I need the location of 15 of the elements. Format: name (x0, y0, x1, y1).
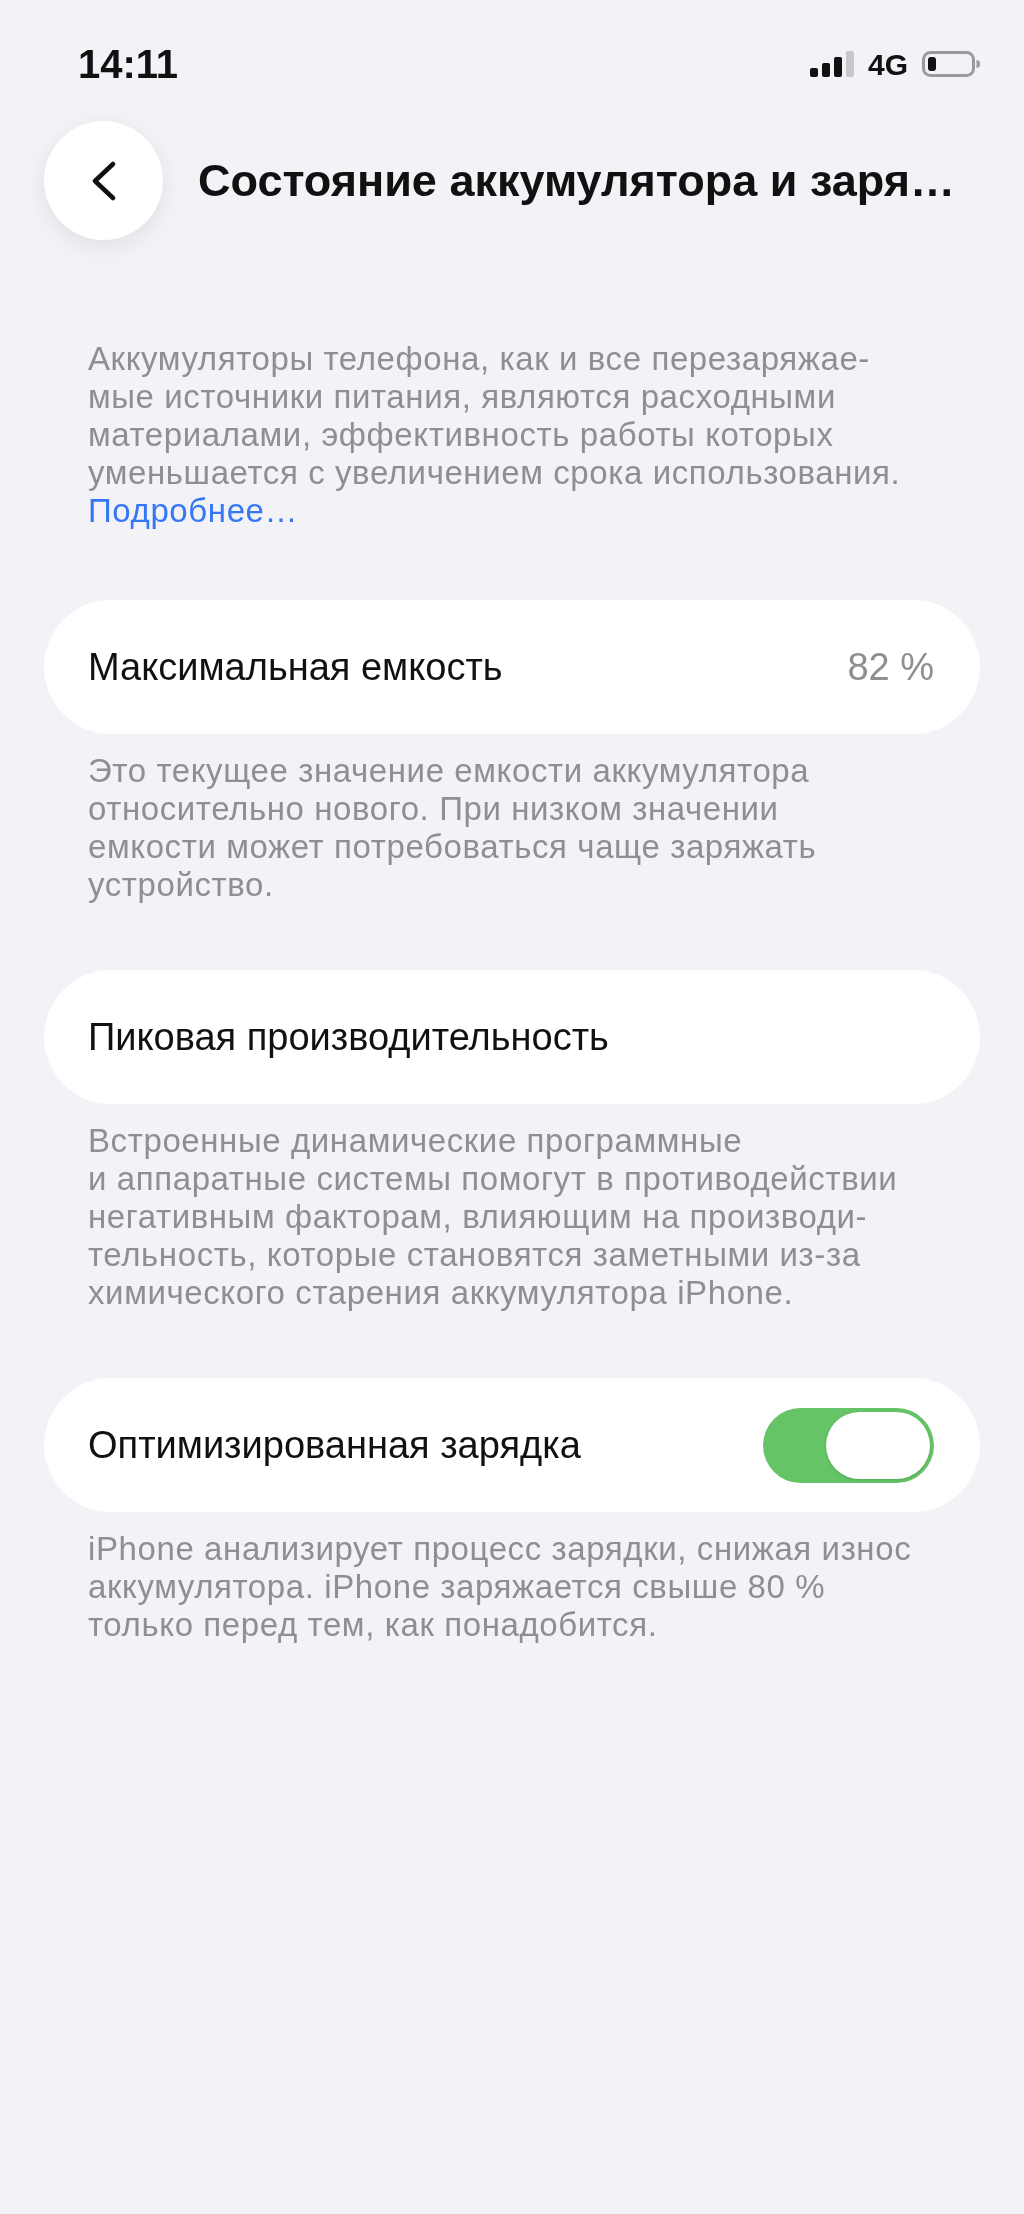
setting-label: Оптимизированная зарядка (88, 1422, 581, 1468)
intro-text: Аккумуляторы телефона, как и все перезаряжае- мые источники питания, являются расходными материалами, эффективность работы которых уменьшается с увеличением срока использования. (88, 340, 902, 492)
capacity-value: 82 % (847, 644, 934, 690)
setting-label: Максимальная емкость (88, 644, 503, 690)
section-footer-text: Это текущее значение емкости аккумулятора относительно нового. При низком значении емкости может потребоваться чаще заряжать устройство. (87, 752, 818, 904)
setting-label: Пиковая производительность (88, 1014, 609, 1060)
learn-more-link[interactable]: Подробнее… (88, 492, 299, 530)
network-type: 4G (867, 46, 908, 83)
signal-bars-icon (809, 51, 854, 77)
page-title: Состояние аккумулятора и заря… (198, 153, 955, 208)
status-time: 14:11 (78, 41, 179, 88)
section-footer-text: Встроенные динамические программные и аппаратные системы помогут в противодействии негативным факторам, влияющим на производи- тельность, которые становятся заметными из-за химического старения аккумулятора iPhone. (87, 1122, 899, 1312)
section-footer-text: iPhone анализирует процесс зарядки, снижая износ аккумулятора. iPhone заряжается свыше 80 % только перед тем, как понадобится. (87, 1530, 913, 1644)
chevron-left-icon (91, 160, 116, 201)
battery-icon (922, 51, 980, 77)
